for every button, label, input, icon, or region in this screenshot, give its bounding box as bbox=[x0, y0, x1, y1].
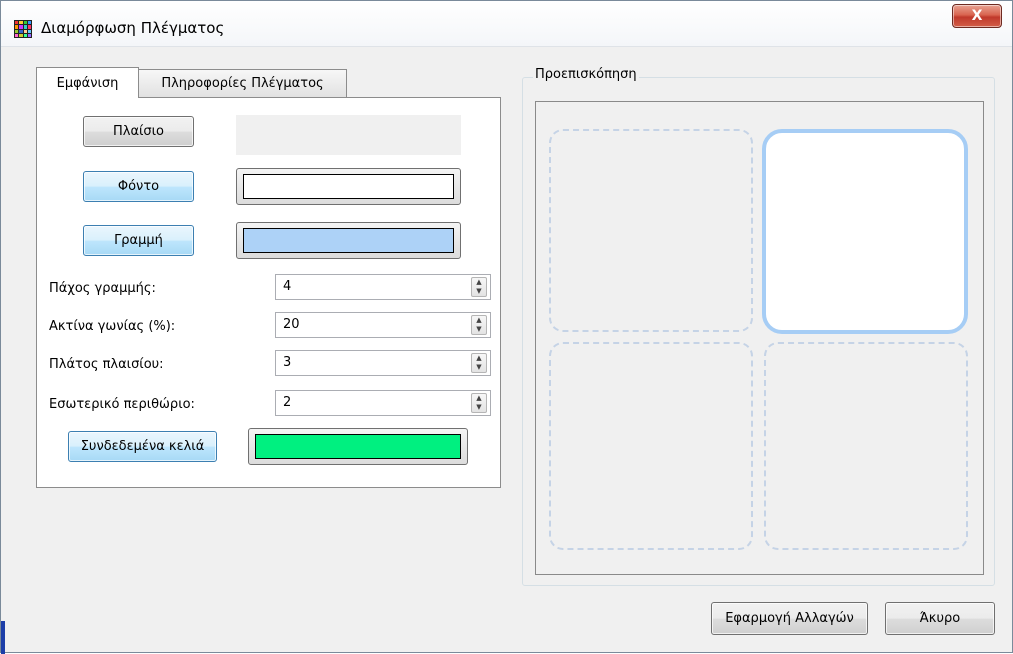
preview-area bbox=[535, 101, 984, 575]
close-button[interactable]: X bbox=[952, 4, 1002, 28]
cancel-button[interactable]: Άκυρο bbox=[885, 602, 995, 635]
tab-grid-info[interactable]: Πληροφορίες Πλέγματος bbox=[138, 69, 347, 97]
inner-padding-value: 2 bbox=[283, 395, 292, 410]
spinner-arrows-icon[interactable]: ▲ ▼ bbox=[471, 277, 487, 297]
apply-changes-button[interactable]: Εφαρμογή Αλλαγών bbox=[711, 602, 868, 635]
preview-cell-selected[interactable] bbox=[762, 129, 968, 334]
linked-cells-button[interactable]: Συνδεδεμένα κελιά bbox=[68, 431, 217, 462]
spinner-arrows-icon[interactable]: ▲ ▼ bbox=[471, 315, 487, 335]
frame-width-value: 3 bbox=[283, 355, 292, 370]
corner-radius-value: 20 bbox=[283, 317, 300, 332]
corner-radius-label: Ακτίνα γωνίας (%): bbox=[49, 319, 176, 334]
line-thickness-label: Πάχος γραμμής: bbox=[49, 281, 156, 296]
spinner-arrows-icon[interactable]: ▲ ▼ bbox=[471, 393, 487, 413]
inner-padding-spinner[interactable]: 2 ▲ ▼ bbox=[275, 390, 491, 416]
inner-padding-label: Εσωτερικό περιθώριο: bbox=[49, 397, 195, 412]
preview-label: Προεπισκόπηση bbox=[533, 67, 639, 82]
window-edge-accent bbox=[1, 621, 5, 654]
line-color-picker[interactable] bbox=[236, 222, 461, 259]
window-title: Διαμόρφωση Πλέγματος bbox=[41, 19, 225, 37]
background-button[interactable]: Φόντο bbox=[83, 171, 194, 202]
title-bar: Διαμόρφωση Πλέγματος X bbox=[1, 1, 1012, 47]
dialog-window: Διαμόρφωση Πλέγματος X Εμφάνιση Πληροφορ… bbox=[0, 0, 1013, 654]
frame-button[interactable]: Πλαίσιο bbox=[83, 116, 194, 147]
spinner-arrows-icon[interactable]: ▲ ▼ bbox=[471, 353, 487, 373]
linked-cells-color-picker[interactable] bbox=[248, 428, 468, 465]
line-thickness-value: 4 bbox=[283, 279, 292, 294]
frame-width-spinner[interactable]: 3 ▲ ▼ bbox=[275, 350, 491, 376]
grid-app-icon bbox=[14, 20, 32, 38]
frame-color-swatch bbox=[236, 115, 461, 155]
tab-appearance[interactable]: Εμφάνιση bbox=[36, 67, 139, 98]
frame-width-label: Πλάτος πλαισίου: bbox=[49, 357, 164, 372]
background-color-swatch bbox=[243, 174, 454, 199]
line-button[interactable]: Γραμμή bbox=[83, 225, 194, 256]
preview-cell[interactable] bbox=[549, 129, 753, 332]
preview-cell[interactable] bbox=[764, 342, 968, 550]
line-thickness-spinner[interactable]: 4 ▲ ▼ bbox=[275, 274, 491, 300]
linked-cells-color-swatch bbox=[255, 434, 461, 459]
corner-radius-spinner[interactable]: 20 ▲ ▼ bbox=[275, 312, 491, 338]
line-color-swatch bbox=[243, 228, 454, 253]
background-color-picker[interactable] bbox=[236, 168, 461, 205]
preview-cell[interactable] bbox=[549, 342, 753, 550]
